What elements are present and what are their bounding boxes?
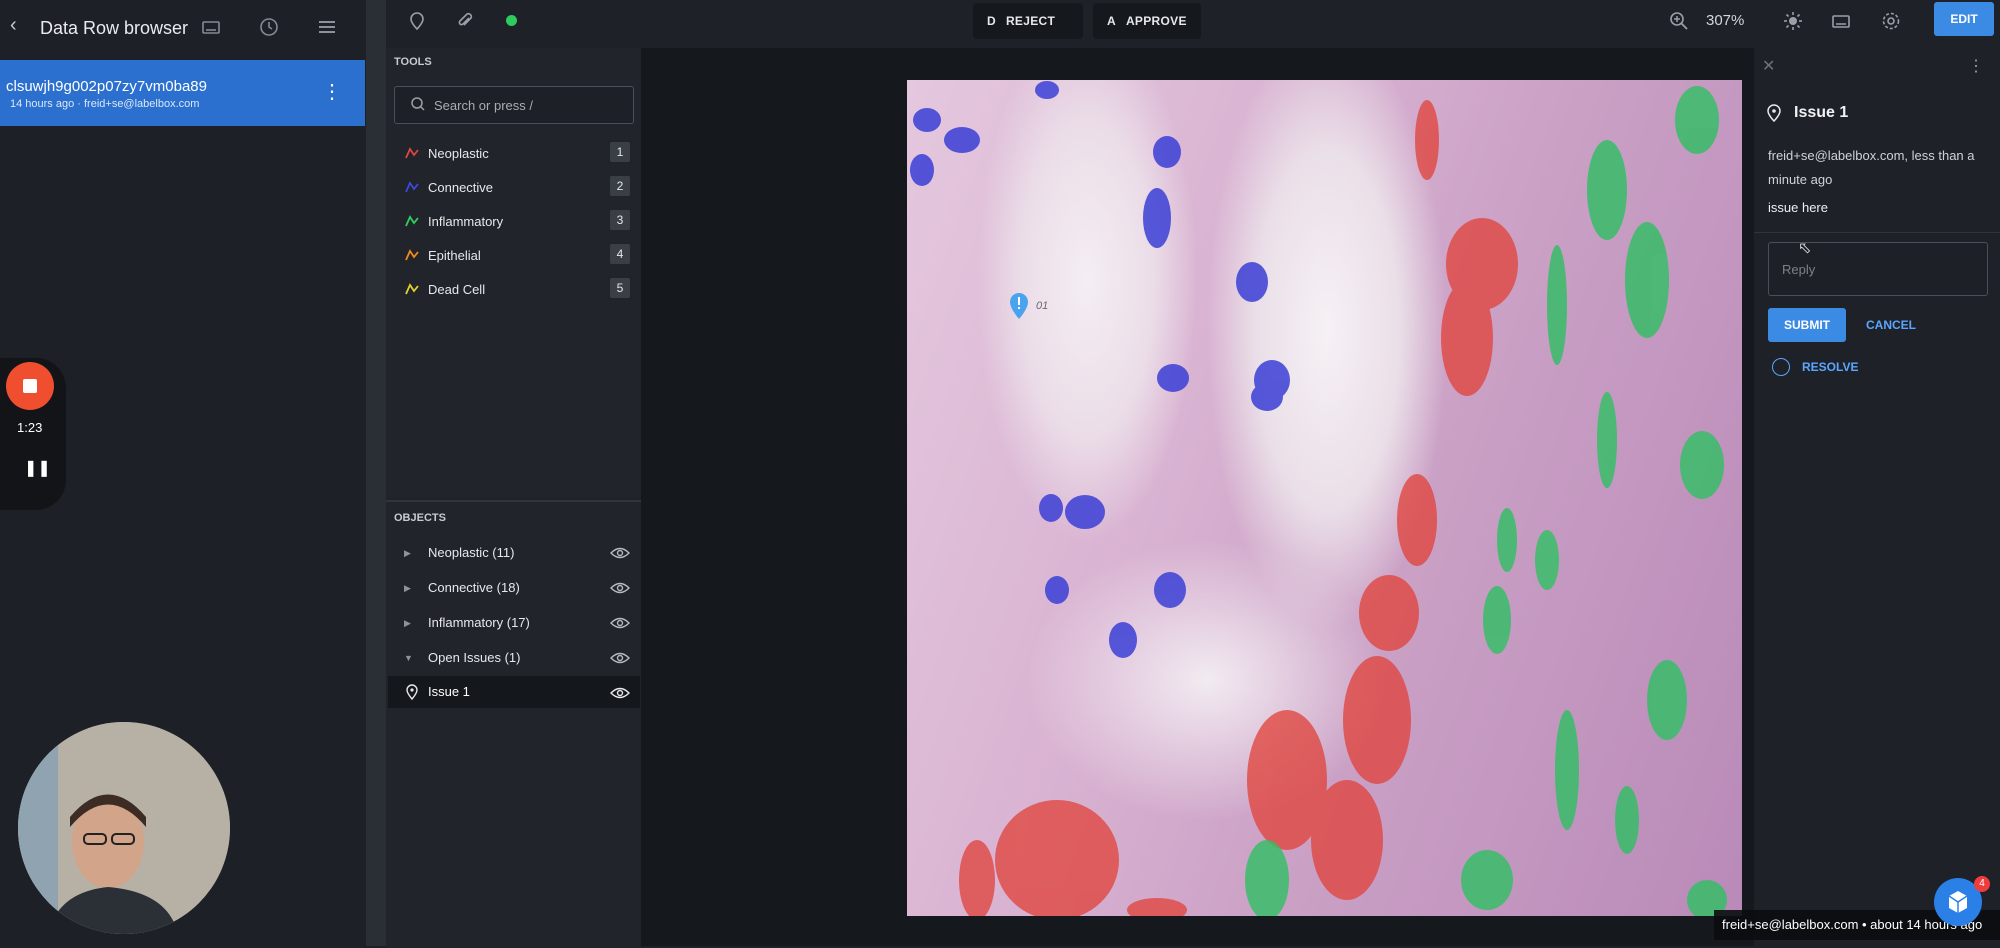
zoom-icon[interactable] xyxy=(1668,10,1690,32)
tool-hotkey: 3 xyxy=(610,210,630,230)
tool-dead-cell[interactable] xyxy=(388,274,638,306)
resolve-button[interactable]: RESOLVE xyxy=(1802,360,1858,374)
attachment-icon[interactable] xyxy=(454,10,476,32)
issue-pin-tool-icon[interactable] xyxy=(406,10,428,32)
data-row-meta: 14 hours ago · freid+se@labelbox.com xyxy=(10,98,200,110)
close-icon[interactable]: ✕ xyxy=(1762,56,1775,76)
status-dot xyxy=(506,15,517,26)
submit-button[interactable]: SUBMIT xyxy=(1768,308,1846,342)
keyboard-shortcuts-icon[interactable] xyxy=(1830,10,1852,32)
object-group-label[interactable]: Open Issues (1) xyxy=(428,650,521,665)
panel-divider xyxy=(366,0,386,946)
tool-neoplastic[interactable] xyxy=(388,138,638,170)
tool-connective[interactable] xyxy=(388,172,638,204)
data-row-browser-title: Data Row browser xyxy=(40,18,189,38)
menu-icon[interactable] xyxy=(316,16,338,38)
issue-author-meta: freid+se@labelbox.com, less than a minut… xyxy=(1768,148,1975,187)
tools-heading: TOOLS xyxy=(394,56,432,68)
divider xyxy=(1754,232,2000,233)
polygon-tool-icon xyxy=(404,248,420,262)
mouse-cursor-icon: ⬁ xyxy=(1798,240,1812,257)
issue-list-label: Issue 1 xyxy=(428,684,470,699)
zoom-level[interactable]: 307% xyxy=(1706,12,1744,29)
cancel-button[interactable]: CANCEL xyxy=(1866,308,1916,342)
tool-hotkey: 1 xyxy=(610,142,630,162)
webcam-preview xyxy=(18,722,230,934)
issue-list-item[interactable] xyxy=(388,676,640,708)
tool-label: Epithelial xyxy=(428,248,481,263)
issue-marker-icon[interactable] xyxy=(1009,292,1029,320)
pause-icon[interactable]: ❚❚ xyxy=(24,458,51,478)
tool-hotkey: 5 xyxy=(610,278,630,298)
tool-label: Inflammatory xyxy=(428,214,504,229)
brightness-icon[interactable] xyxy=(1782,10,1804,32)
issue-pin-icon xyxy=(404,684,420,701)
history-icon[interactable] xyxy=(258,16,280,38)
expand-arrow-icon[interactable]: ▶ xyxy=(404,548,411,559)
approve-button[interactable]: A APPROVE xyxy=(1093,3,1201,39)
approve-label: APPROVE xyxy=(1125,14,1187,28)
eye-icon[interactable] xyxy=(610,581,630,595)
issue-marker-label: 01 xyxy=(1036,300,1049,312)
tool-inflammatory[interactable] xyxy=(388,206,638,238)
polygon-tool-icon xyxy=(404,180,420,194)
tool-label: Connective xyxy=(428,180,494,195)
expand-arrow-icon[interactable]: ▶ xyxy=(404,618,411,629)
reject-label: REJECT xyxy=(1005,14,1056,28)
tool-label: Dead Cell xyxy=(428,282,486,297)
objects-heading: OBJECTS xyxy=(394,512,446,524)
data-row-id: clsuwjh9g002p07zy7vm0ba89 xyxy=(6,78,207,95)
tool-label: Neoplastic xyxy=(428,146,489,161)
issue-title: Issue 1 xyxy=(1794,104,1849,121)
eye-icon[interactable] xyxy=(610,616,630,630)
notification-badge: 4 xyxy=(1974,876,1990,892)
edit-button[interactable]: EDIT xyxy=(1934,2,1994,36)
issue-comment-text: issue here xyxy=(1768,200,1828,215)
object-group-label[interactable]: Connective (18) xyxy=(428,580,520,595)
record-timer: 1:23 xyxy=(17,420,43,435)
object-group-label[interactable]: Inflammatory (17) xyxy=(428,615,530,630)
polygon-tool-icon xyxy=(404,214,420,228)
reject-hotkey: D xyxy=(987,14,996,28)
keyboard-icon[interactable] xyxy=(200,16,222,38)
objects-panel xyxy=(386,500,641,948)
expand-arrow-icon[interactable]: ▶ xyxy=(404,583,411,594)
reply-placeholder: Reply xyxy=(1782,262,1816,277)
settings-gear-icon[interactable] xyxy=(1880,10,1902,32)
eye-icon[interactable] xyxy=(610,686,630,700)
polygon-tool-icon xyxy=(404,146,420,160)
back-arrow-icon[interactable]: ‹ xyxy=(10,14,17,37)
object-group-label[interactable]: Neoplastic (11) xyxy=(428,545,514,560)
tool-hotkey: 4 xyxy=(610,244,630,264)
issue-pin-icon xyxy=(1766,104,1782,123)
record-stop-button[interactable] xyxy=(6,362,54,410)
collapse-arrow-icon[interactable]: ▼ xyxy=(404,653,413,663)
tissue-image[interactable] xyxy=(907,80,1742,916)
search-icon xyxy=(410,96,426,112)
eye-icon[interactable] xyxy=(610,546,630,560)
approve-hotkey: A xyxy=(1107,14,1116,28)
tool-epithelial[interactable] xyxy=(388,240,638,272)
tool-hotkey: 2 xyxy=(610,176,630,196)
polygon-tool-icon xyxy=(404,282,420,296)
row-menu-icon[interactable]: ⋮ xyxy=(322,82,342,104)
eye-icon[interactable] xyxy=(610,651,630,665)
reject-button[interactable]: D REJECT xyxy=(973,3,1083,39)
search-placeholder: Search or press / xyxy=(434,98,533,113)
check-circle-icon[interactable] xyxy=(1772,358,1790,376)
more-options-icon[interactable]: ⋮ xyxy=(1968,56,1984,76)
